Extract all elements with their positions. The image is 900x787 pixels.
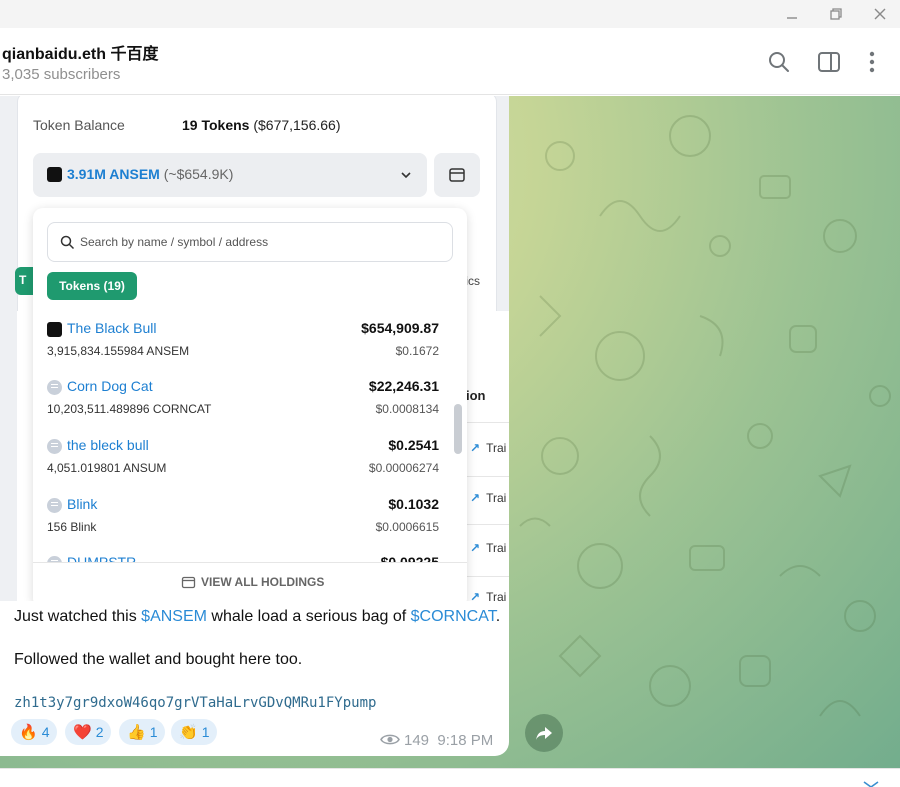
wallet-button[interactable] (434, 153, 480, 197)
token-search[interactable] (47, 222, 453, 262)
window-titlebar (0, 0, 900, 28)
token-row[interactable]: The Black Bull 3,915,834.155984 ANSEM $6… (47, 316, 439, 366)
transfer-link[interactable]: ↗ Trai (470, 590, 506, 601)
channel-title: qianbaidu.eth 千百度 (2, 46, 159, 63)
subscriber-count: 3,035 subscribers (2, 66, 121, 83)
token-amount: 3,915,834.155984 ANSEM (47, 344, 190, 358)
token-name: The Black Bull (67, 320, 157, 336)
coin-icon (47, 498, 62, 513)
token-amount: 156 Blink (47, 520, 97, 534)
token-price: $0.1672 (395, 344, 439, 358)
message-bubble[interactable]: Token Balance 19 Tokens ($677,156.66) 3.… (0, 96, 509, 756)
attached-screenshot[interactable]: Token Balance 19 Tokens ($677,156.66) 3.… (0, 96, 509, 601)
dropdown-scrollbar[interactable] (454, 404, 462, 454)
minimize-icon[interactable] (782, 4, 802, 24)
token-price: $0.0008134 (375, 402, 439, 416)
transfer-link[interactable]: ↗ Trai (470, 491, 506, 505)
close-icon[interactable] (870, 4, 890, 24)
table-divider (466, 476, 509, 477)
contract-address[interactable]: zh1t3y7gr9dxoW46qo7grVTaHaLrvGDvQMRu1FYp… (14, 695, 376, 711)
message-time: 9:18 PM (437, 732, 494, 749)
telegram-window: qianbaidu.eth 千百度 3,035 subscribers Toke… (0, 0, 900, 787)
view-all-holdings-button[interactable]: VIEW ALL HOLDINGS (33, 562, 467, 601)
sidebar-toggle-icon[interactable] (816, 49, 842, 75)
table-divider (466, 422, 509, 423)
share-arrow-icon (536, 727, 552, 740)
token-row[interactable]: Blink 156 Blink $0.1032 $0.0006615 (47, 492, 439, 542)
wallet-icon (181, 576, 196, 589)
chevron-down-icon (399, 168, 413, 182)
table-divider (466, 524, 509, 525)
reaction-thumbs-up[interactable]: 👍 1 (119, 719, 166, 745)
selected-token: 3.91M ANSEM (~$654.9K) (67, 166, 234, 182)
token-amount: 10,203,511.489896 CORNCAT (47, 402, 212, 416)
search-icon[interactable] (766, 49, 792, 75)
reaction-clap[interactable]: 👏 1 (171, 719, 218, 745)
message-line-2: Followed the wallet and bought here too. (14, 651, 303, 668)
forward-button[interactable] (525, 714, 563, 752)
token-price: $0.00006274 (368, 461, 439, 475)
restore-icon[interactable] (826, 4, 846, 24)
heart-icon: ❤️ (73, 724, 92, 741)
more-vertical-icon[interactable] (859, 49, 885, 75)
transfer-link[interactable]: ↗ Trai (470, 541, 506, 555)
bottom-bar (0, 768, 900, 787)
token-value: $654,909.87 (361, 320, 439, 336)
view-all-label: VIEW ALL HOLDINGS (201, 575, 325, 589)
coin-icon (47, 439, 62, 454)
token-value: $22,246.31 (368, 378, 439, 394)
token-balance-value: 19 Tokens ($677,156.66) (182, 117, 341, 133)
table-divider (466, 576, 509, 577)
token-search-input[interactable] (80, 233, 440, 251)
tab-tokens[interactable]: Tokens (19) (47, 272, 137, 300)
token-value: $0.1032 (388, 496, 439, 512)
token-name: Corn Dog Cat (67, 378, 153, 394)
token-amount: 4,051.019801 ANSUM (47, 461, 167, 475)
cashtag-ansem[interactable]: $ANSEM (141, 608, 207, 625)
message-meta: 149 9:18 PM (380, 732, 493, 749)
token-name: the bleck bull (67, 437, 149, 453)
eye-icon (380, 734, 400, 745)
token-dropdown: Tokens (19) The Black Bull 3,915,834.155… (33, 208, 467, 601)
fire-icon: 🔥 (19, 724, 38, 741)
reaction-fire[interactable]: 🔥 4 (11, 719, 58, 745)
token-balance-label: Token Balance (33, 117, 125, 133)
column-header-fragment: ion (466, 388, 486, 403)
search-icon (60, 235, 75, 250)
the-black-bull-logo-icon (47, 322, 62, 337)
reaction-heart[interactable]: ❤️ 2 (65, 719, 112, 745)
token-name: Blink (67, 496, 98, 512)
token-select[interactable]: 3.91M ANSEM (~$654.9K) (33, 153, 427, 197)
view-count: 149 (404, 732, 430, 749)
thumbs-up-icon: 👍 (127, 724, 146, 741)
clap-icon: 👏 (179, 724, 198, 741)
channel-header[interactable]: qianbaidu.eth 千百度 3,035 subscribers (0, 28, 900, 95)
message-line-1: Just watched this $ANSEM whale load a se… (14, 608, 501, 625)
transfer-link[interactable]: ↗ Trai (470, 441, 506, 455)
token-row[interactable]: the bleck bull 4,051.019801 ANSUM $0.254… (47, 433, 439, 483)
ansem-logo-icon (47, 167, 62, 182)
token-value: $0.2541 (388, 437, 439, 453)
background-table-right (466, 311, 509, 601)
token-row[interactable]: Corn Dog Cat 10,203,511.489896 CORNCAT $… (47, 374, 439, 424)
token-price: $0.0006615 (375, 520, 439, 534)
coin-icon (47, 380, 62, 395)
chevrons-down-icon[interactable] (862, 777, 880, 787)
wallet-icon (449, 168, 465, 182)
cashtag-corncat[interactable]: $CORNCAT (411, 608, 496, 625)
